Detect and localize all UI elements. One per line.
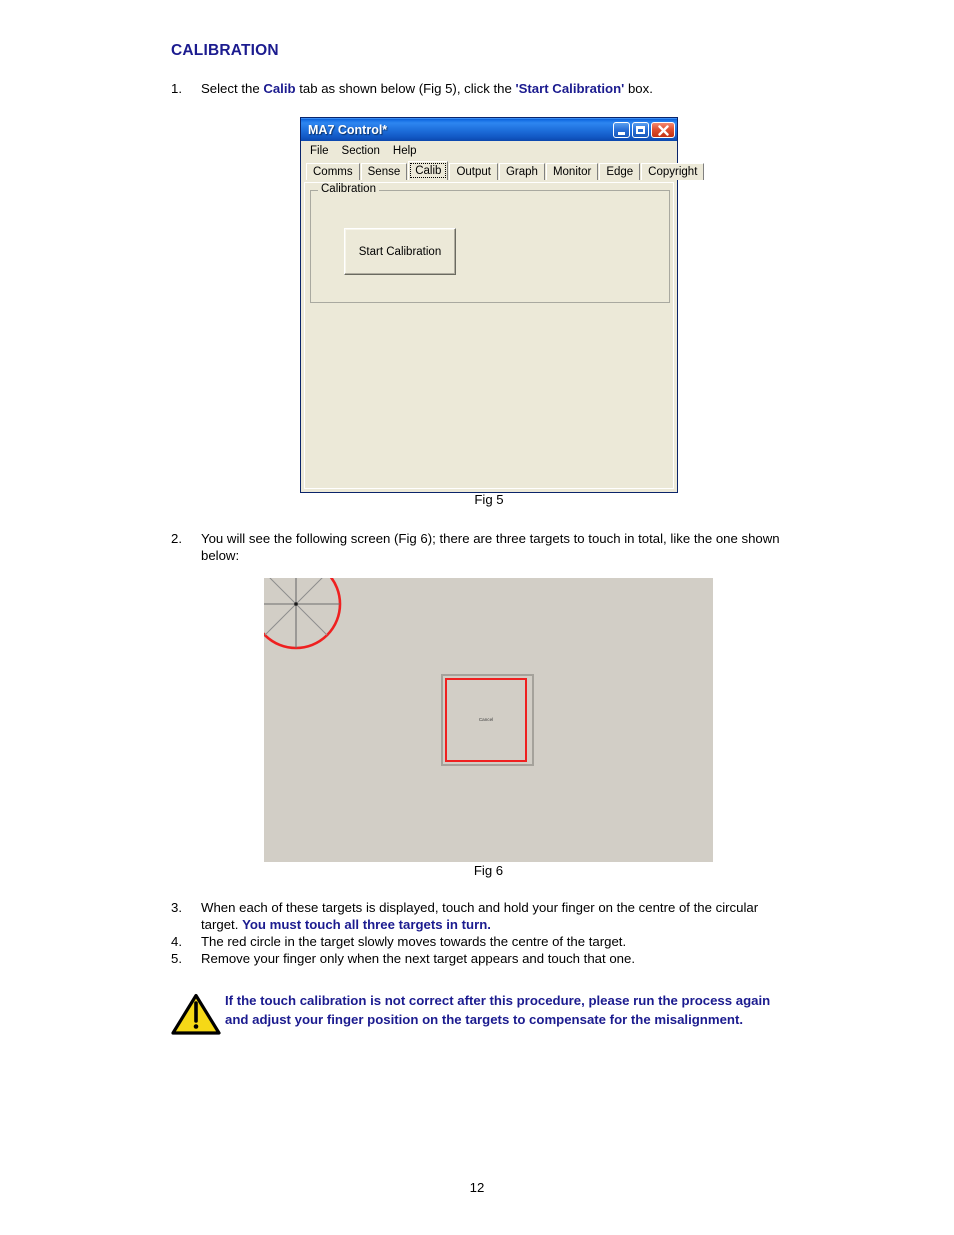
window-controls bbox=[613, 122, 675, 138]
window-title: MA7 Control* bbox=[308, 123, 388, 137]
warning-triangle-icon bbox=[171, 993, 221, 1036]
list-item-4-number: 4. bbox=[171, 934, 182, 949]
warning-text: If the touch calibration is not correct … bbox=[225, 993, 771, 1027]
list-item-4-text: The red circle in the target slowly move… bbox=[201, 934, 627, 949]
document-page: CALIBRATION 1. Select the Calib tab as s… bbox=[0, 0, 954, 1235]
start-calibration-button[interactable]: Start Calibration bbox=[344, 228, 456, 275]
menu-item-help[interactable]: Help bbox=[389, 144, 426, 158]
ma7-control-window: MA7 Control* File Section Help Comms Sen… bbox=[300, 117, 705, 493]
minimize-icon bbox=[614, 123, 629, 137]
list-item-3-number: 3. bbox=[171, 900, 182, 915]
cancel-button-label: Cancel bbox=[478, 716, 494, 722]
circular-target-icon bbox=[264, 578, 344, 652]
minimize-button[interactable] bbox=[613, 122, 630, 138]
window-titlebar: MA7 Control* bbox=[301, 118, 677, 141]
tab-strip: Comms Sense Calib Output Graph Monitor E… bbox=[301, 160, 705, 180]
tab-sense[interactable]: Sense bbox=[360, 163, 408, 180]
warning-block: If the touch calibration is not correct … bbox=[171, 991, 796, 1036]
step1-part-4: box. bbox=[624, 81, 653, 96]
tab-output[interactable]: Output bbox=[449, 163, 498, 180]
close-button[interactable] bbox=[651, 122, 675, 138]
list-item-3: 3. When each of these targets is display… bbox=[171, 899, 791, 933]
tab-graph[interactable]: Graph bbox=[498, 163, 545, 180]
page-title: CALIBRATION bbox=[171, 42, 279, 59]
list-item-2-text: You will see the following screen (Fig 6… bbox=[201, 531, 780, 563]
calibration-groupbox: Calibration Start Calibration bbox=[310, 183, 670, 303]
list-item-5-number: 5. bbox=[171, 951, 182, 966]
list-item-4: 4. The red circle in the target slowly m… bbox=[171, 933, 791, 950]
figure-caption-fig6: Fig 6 bbox=[473, 863, 504, 878]
list-item-5: 5. Remove your finger only when the next… bbox=[171, 950, 791, 967]
maximize-button[interactable] bbox=[632, 122, 649, 138]
menu-item-file[interactable]: File bbox=[306, 144, 338, 158]
calibration-target-screen: Cancel bbox=[264, 578, 713, 862]
tab-copyright[interactable]: Copyright bbox=[641, 163, 705, 180]
window-menubar: File Section Help bbox=[301, 141, 677, 160]
cancel-target-frame: Cancel bbox=[441, 674, 534, 766]
tab-page-calib: Calibration Start Calibration bbox=[304, 182, 674, 489]
menu-item-section[interactable]: Section bbox=[338, 144, 389, 158]
tab-calib[interactable]: Calib bbox=[408, 161, 449, 180]
list-item-2: 2. You will see the following screen (Fi… bbox=[171, 530, 801, 564]
list-item-2-number: 2. bbox=[171, 531, 182, 546]
step1-part-0: Select the bbox=[201, 81, 264, 96]
list-item-3-text: When each of these targets is displayed,… bbox=[201, 899, 791, 933]
close-icon bbox=[652, 123, 674, 137]
step3-part-1: You must touch all three targets in turn… bbox=[242, 917, 491, 932]
page-number: 12 bbox=[469, 1180, 485, 1195]
tab-edge[interactable]: Edge bbox=[599, 163, 641, 180]
cancel-button[interactable]: Cancel bbox=[445, 678, 527, 762]
step1-part-2: tab as shown below (Fig 5), click the bbox=[295, 81, 516, 96]
figure-caption-fig5: Fig 5 bbox=[474, 492, 504, 507]
list-item-1-number: 1. bbox=[171, 81, 182, 96]
maximize-icon bbox=[633, 123, 648, 137]
list-item-1: 1. Select the Calib tab as shown below (… bbox=[171, 80, 801, 97]
step1-part-1: Calib bbox=[263, 81, 296, 96]
calibration-groupbox-label: Calibration bbox=[318, 183, 379, 195]
tab-comms[interactable]: Comms bbox=[306, 163, 360, 180]
list-item-1-text: Select the Calib tab as shown below (Fig… bbox=[201, 80, 801, 97]
tab-monitor[interactable]: Monitor bbox=[545, 163, 599, 180]
list-item-5-text: Remove your finger only when the next ta… bbox=[201, 951, 635, 966]
step1-part-3: 'Start Calibration' bbox=[515, 81, 625, 96]
